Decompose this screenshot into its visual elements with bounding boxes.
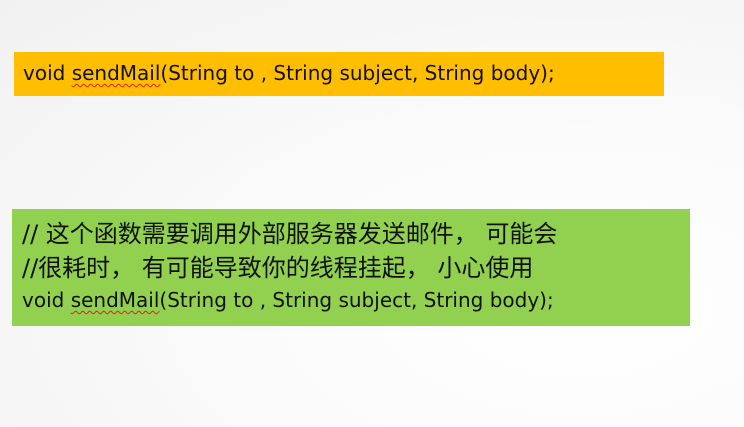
spellcheck-word: sendMail — [70, 288, 160, 312]
slide: void sendMail(String to , String subject… — [0, 0, 744, 427]
code-line: void sendMail(String to , String subject… — [22, 285, 690, 315]
code-box-orange: void sendMail(String to , String subject… — [14, 52, 664, 96]
code-suffix: (String to , String subject, String body… — [160, 61, 555, 85]
comment-line-2: //很耗时， 有可能导致你的线程挂起， 小心使用 — [22, 254, 534, 282]
code-prefix: void — [23, 61, 72, 85]
spellcheck-word: sendMail — [71, 61, 161, 85]
comment-line-1: // 这个函数需要调用外部服务器发送邮件， 可能会 — [22, 220, 558, 248]
code-prefix: void — [22, 288, 71, 312]
code-suffix: (String to , String subject, String body… — [159, 288, 554, 312]
code-box-green: // 这个函数需要调用外部服务器发送邮件， 可能会 //很耗时， 有可能导致你的… — [12, 209, 690, 326]
